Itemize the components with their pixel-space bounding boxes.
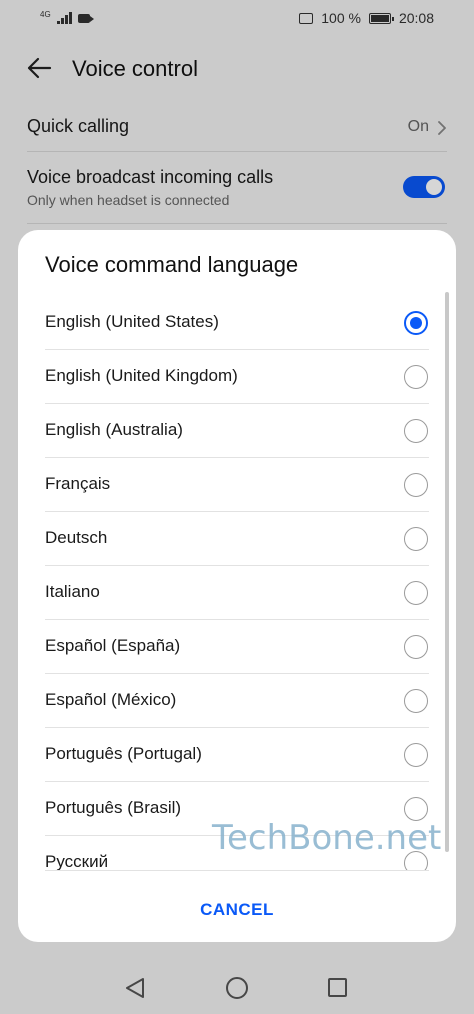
dialog-title: Voice command language <box>45 252 299 277</box>
language-option-label: English (United States) <box>45 312 219 331</box>
language-option-label: Deutsch <box>45 528 108 547</box>
language-option[interactable]: English (Australia) <box>45 404 429 458</box>
language-option-label: English (United Kingdom) <box>45 366 238 385</box>
language-option-label: Español (México) <box>45 690 177 709</box>
language-option-label: Português (Brasil) <box>45 798 182 817</box>
language-option[interactable]: Deutsch <box>45 512 429 566</box>
language-option[interactable]: English (United States) <box>45 296 429 350</box>
cancel-button[interactable]: CANCEL <box>18 890 456 930</box>
language-option[interactable]: Français <box>45 458 429 512</box>
language-option-label: Русский <box>45 852 109 870</box>
dialog-scrollbar[interactable] <box>445 292 449 852</box>
language-option[interactable]: Italiano <box>45 566 429 620</box>
radio-unselected-icon[interactable] <box>404 689 428 713</box>
radio-selected-icon[interactable] <box>404 311 428 335</box>
language-option[interactable]: Português (Portugal) <box>45 728 429 782</box>
language-option[interactable]: English (United Kingdom) <box>45 350 429 404</box>
radio-unselected-icon[interactable] <box>404 365 428 389</box>
radio-unselected-icon[interactable] <box>404 473 428 497</box>
language-option[interactable]: Español (España) <box>45 620 429 674</box>
language-option[interactable]: Español (México) <box>45 674 429 728</box>
radio-unselected-icon[interactable] <box>404 635 428 659</box>
language-option-label: English (Australia) <box>45 420 183 439</box>
watermark: TechBone.net <box>212 818 442 858</box>
radio-unselected-icon[interactable] <box>404 743 428 767</box>
language-option-label: Português (Portugal) <box>45 744 202 763</box>
radio-unselected-icon[interactable] <box>404 527 428 551</box>
language-option-label: Français <box>45 474 111 493</box>
dialog-divider <box>45 870 429 871</box>
language-option-label: Italiano <box>45 582 100 601</box>
radio-unselected-icon[interactable] <box>404 581 428 605</box>
language-options-list[interactable]: English (United States) English (United K… <box>45 296 429 870</box>
language-option-label: Español (España) <box>45 636 181 655</box>
radio-unselected-icon[interactable] <box>404 419 428 443</box>
